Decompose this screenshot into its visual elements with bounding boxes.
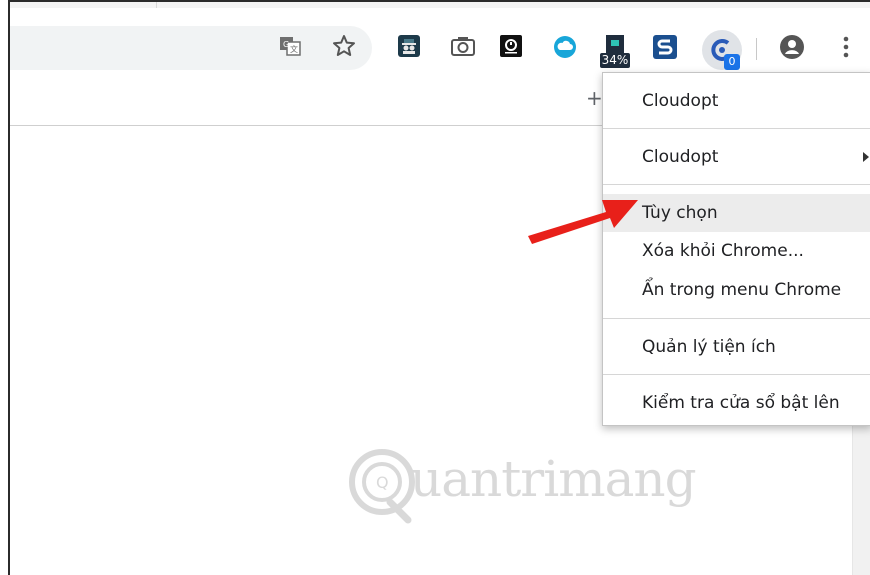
menu-item-hide-in-menu[interactable]: Ẩn trong menu Chrome	[603, 271, 870, 309]
address-bar[interactable]	[10, 26, 372, 70]
menu-separator	[603, 128, 870, 129]
cloudopt-icon[interactable]: 0	[702, 30, 742, 70]
star-icon[interactable]	[330, 32, 358, 60]
svg-text:文: 文	[290, 44, 298, 54]
profile-icon[interactable]	[778, 33, 806, 61]
menu-separator	[603, 318, 870, 319]
svg-text:G: G	[283, 40, 289, 49]
menu-item-manage-extensions[interactable]: Quản lý tiện ích	[603, 328, 870, 366]
extension-badge-percent: 34%	[601, 53, 629, 67]
menu-item-cloudopt-submenu[interactable]: Cloudopt	[603, 138, 870, 176]
new-tab-plus[interactable]: +	[586, 86, 603, 110]
cloudopt-badge: 0	[724, 54, 740, 70]
cloud-icon[interactable]	[553, 35, 577, 59]
menu-item-cloudopt-title[interactable]: Cloudopt	[603, 82, 870, 120]
incognito-extension-icon[interactable]	[398, 35, 420, 57]
battery-extension-icon[interactable]: 34%	[600, 33, 630, 69]
watermark: Q uantrimang	[346, 444, 706, 528]
stopwatch-extension-icon[interactable]	[500, 35, 522, 57]
menu-separator	[603, 374, 870, 375]
submenu-arrow-icon	[863, 152, 869, 162]
watermark-mark: Q	[376, 473, 389, 492]
toolbar-divider	[756, 38, 757, 60]
menu-item-options[interactable]: Tùy chọn	[603, 194, 870, 232]
watermark-text: uantrimang	[410, 450, 697, 508]
menu-item-remove-from-chrome[interactable]: Xóa khỏi Chrome...	[603, 232, 870, 270]
menu-item-label: Cloudopt	[642, 147, 719, 167]
menu-item-check-popups[interactable]: Kiểm tra cửa sổ bật lên	[603, 384, 870, 422]
menu-separator	[603, 184, 870, 185]
watermark-logo-icon: Q	[349, 449, 415, 524]
red-annotation-arrow-icon	[528, 200, 638, 244]
camera-icon[interactable]	[450, 34, 476, 58]
s-extension-icon[interactable]	[653, 35, 677, 59]
translate-icon[interactable]: G文	[278, 34, 302, 58]
more-icon[interactable]	[836, 35, 856, 59]
extension-context-menu: Cloudopt Cloudopt Tùy chọn Xóa khỏi Chro…	[602, 72, 870, 426]
